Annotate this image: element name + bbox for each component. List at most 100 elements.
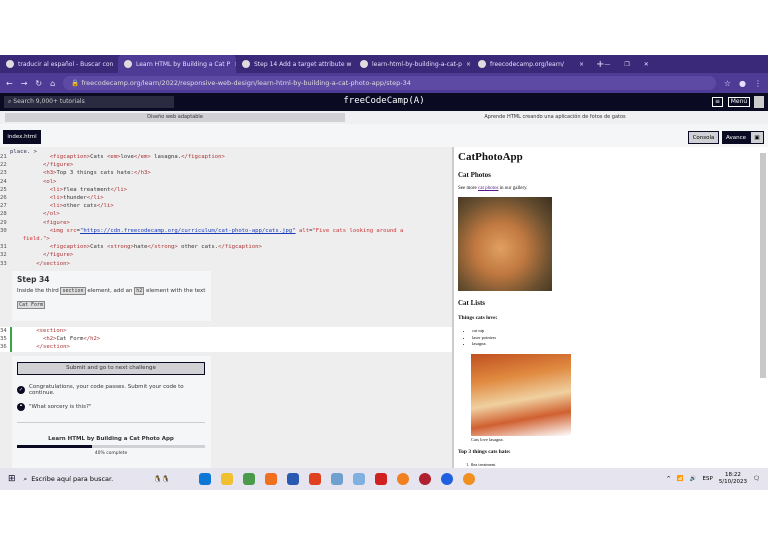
date: 5/10/2023 (718, 479, 748, 485)
avatar[interactable] (754, 96, 764, 108)
profile-icon[interactable]: ● (739, 79, 746, 88)
penguins-widget-icon: 🐧🐧 (153, 475, 170, 483)
network-icon[interactable]: 📶 (677, 476, 684, 482)
firefox-icon[interactable] (264, 473, 277, 485)
close-window-icon[interactable]: ✕ (644, 61, 649, 68)
tab-title: learn-html-by-building-a-cat-p (372, 60, 462, 68)
code-section: section (60, 287, 86, 295)
clock[interactable]: 18:22 5/10/2023 (719, 472, 747, 486)
tab-index-html[interactable]: index.html (3, 130, 41, 144)
url-input[interactable]: 🔒 freecodecamp.org/learn/2022/responsive… (63, 76, 716, 90)
cat-photos-link[interactable]: cat photos (478, 186, 498, 191)
line-number: 35 (0, 336, 7, 343)
pass-text: Congratulations, your code passes. Submi… (29, 384, 184, 396)
editor-toolbar: index.html Consola Avance ▣ (0, 124, 768, 147)
forward-icon[interactable]: → (21, 79, 28, 88)
preview-scrollbar[interactable] (760, 153, 766, 378)
love-list: cat nip laser pointers lasagna. (472, 328, 496, 348)
language-indicator[interactable]: ESP (703, 476, 713, 482)
text: element, add an (87, 288, 133, 294)
close-tab-icon[interactable]: × (579, 61, 584, 68)
app-c2-icon[interactable] (462, 473, 475, 485)
star-icon[interactable]: ☆ (724, 79, 731, 88)
submit-button[interactable]: Submit and go to next challenge (17, 362, 205, 375)
taskbar-search[interactable]: ⌕ Escribe aquí para buscar. (24, 475, 154, 484)
progress-fill (17, 445, 93, 448)
console-button[interactable]: Consola (688, 131, 719, 144)
windows-start-icon[interactable]: ⊞ (8, 474, 16, 484)
editable-region[interactable]: 34 <section> 35 <h2>Cat Form</h2> 36 </sec… (0, 327, 452, 352)
preview-toggle-icon[interactable]: ▣ (750, 131, 764, 144)
chrome-icon[interactable] (242, 473, 255, 485)
favicon-icon (360, 60, 368, 68)
app-icon[interactable] (330, 473, 343, 485)
chevron-up-icon[interactable]: ^ (666, 476, 671, 482)
fcc-logo[interactable]: freeCodeCamp(A) (0, 96, 768, 106)
browser-tab[interactable]: learn-html-by-building-a-cat-p × (354, 55, 472, 73)
file-explorer-icon[interactable] (220, 473, 233, 485)
minimize-icon[interactable]: — (604, 61, 610, 68)
breadcrumb-block[interactable]: Aprende HTML creando una aplicación de f… (345, 113, 765, 122)
home-icon[interactable]: ⌂ (50, 79, 55, 88)
lock-icon: 🔒 (71, 79, 82, 87)
reload-icon[interactable]: ↻ (35, 79, 42, 88)
progress-bar (17, 445, 205, 448)
action-panel: Submit and go to next challenge ✓ Congrat… (12, 356, 211, 468)
taskbar-search-text: Escribe aquí para buscar. (31, 475, 114, 483)
lasagna-image (471, 354, 571, 436)
app-c-icon[interactable] (396, 473, 409, 485)
language-icon[interactable]: ≡ (712, 97, 723, 107)
app-e-icon[interactable] (418, 473, 431, 485)
pdf-icon[interactable] (374, 473, 387, 485)
menu-button[interactable]: Menú (728, 97, 750, 107)
browser-tab[interactable]: traducir al español - Buscar con× (0, 55, 118, 73)
line-number: 27 (0, 203, 7, 210)
paint-icon[interactable] (352, 473, 365, 485)
code-line: 31 <figcaption>Cats <strong>hate</strong… (0, 244, 262, 251)
zoom-icon[interactable] (440, 473, 453, 485)
breadcrumb-superblock[interactable]: Diseño web adaptable (5, 113, 345, 122)
edge-icon[interactable] (198, 473, 211, 485)
system-tray: ^ 📶 🔊 ESP 18:22 5/10/2023 🗨 (666, 472, 768, 486)
line-number: 24 (0, 178, 7, 185)
word-icon[interactable] (286, 473, 299, 485)
favicon-icon (478, 60, 486, 68)
browser-tab[interactable]: Step 14 Add a target attribute w× (236, 55, 354, 73)
breadcrumb: Diseño web adaptable Aprende HTML creand… (0, 111, 768, 124)
code-line: 23 <h3>Top 3 things cats hate:</h3> (0, 170, 151, 177)
code-h2: h2 (134, 287, 145, 295)
editable-code-lines[interactable]: 34 <section> 35 <h2>Cat Form</h2> 36 </sec… (0, 327, 100, 352)
browser-tab[interactable]: Learn HTML by Building a Cat P× (118, 55, 236, 73)
preview-h3-love: Things cats love: (458, 315, 498, 321)
code-line: 25 <li>flea treatment</li> (0, 186, 128, 193)
code-line: 22 </figure> (0, 162, 74, 169)
browser-tab[interactable]: freecodecamp.org/learn/ × (472, 55, 590, 73)
brave-icon[interactable] (308, 473, 321, 485)
step-description: Step 34 Inside the third section element… (12, 271, 211, 321)
tab-title: freecodecamp.org/learn/ (490, 60, 564, 68)
close-tab-icon[interactable]: × (466, 61, 471, 68)
address-bar-row: ← → ↻ ⌂ 🔒 freecodecamp.org/learn/2022/re… (0, 73, 768, 93)
cat-image[interactable] (458, 197, 552, 291)
code-line: 30 <img src="https://cdn.freecodecamp.or… (0, 227, 404, 234)
code-line: field."> (22, 236, 50, 243)
tab-title: Learn HTML by Building a Cat P (136, 60, 231, 68)
restore-icon[interactable]: ❐ (624, 61, 629, 68)
volume-icon[interactable]: 🔊 (690, 476, 697, 482)
new-tab-icon[interactable]: + (596, 59, 604, 70)
fcc-navbar: ⌕ Search 9,000+ tutorials freeCodeCamp(A… (0, 93, 768, 111)
line-number: 33 (0, 260, 7, 267)
advance-button[interactable]: Avance (722, 131, 750, 144)
kebab-menu-icon[interactable]: ⋮ (754, 79, 762, 88)
notification-icon[interactable]: 🗨 (753, 476, 760, 482)
line-number: 26 (0, 195, 7, 202)
code-line: 24 <ol> (0, 178, 57, 185)
code-lines: 21 <figcaption>Cats <em>love</em> lasagn… (0, 153, 403, 268)
code-line: 33 </section> (0, 260, 70, 267)
code-line: 36 </section> (0, 344, 70, 351)
divider (17, 422, 205, 423)
text: element with the text (145, 288, 206, 294)
back-icon[interactable]: ← (6, 79, 13, 88)
line-number: 28 (0, 211, 7, 218)
text: See more (458, 186, 478, 191)
